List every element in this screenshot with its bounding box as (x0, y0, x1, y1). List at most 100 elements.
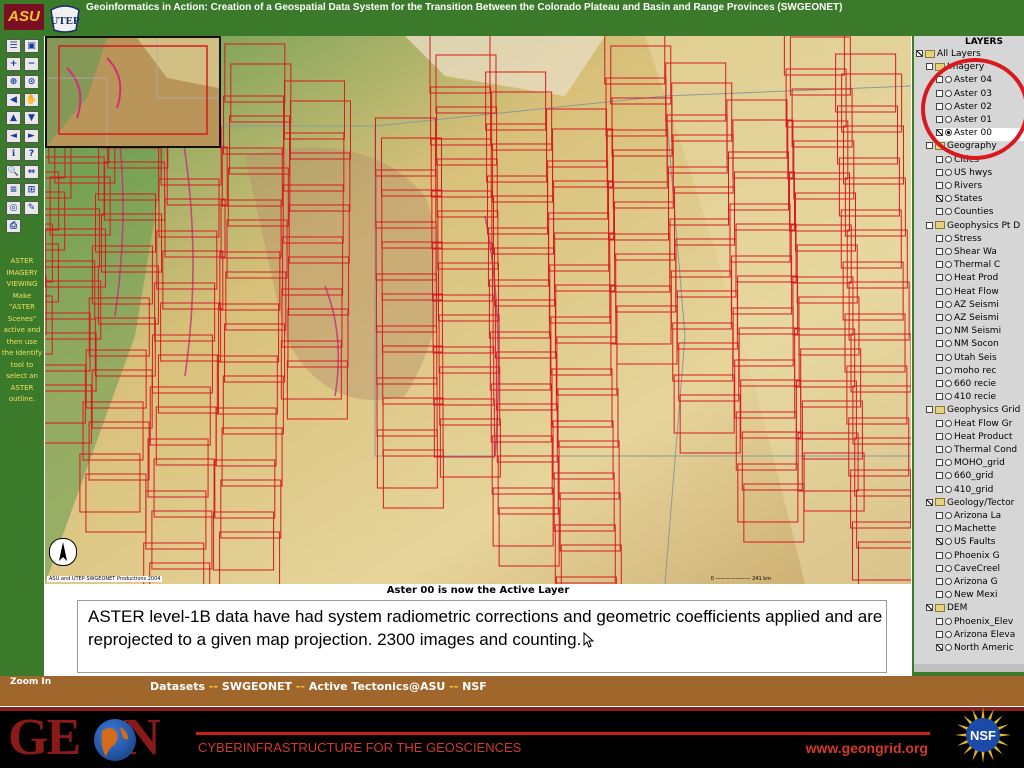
layer-row[interactable]: Thermal Cond (936, 445, 1024, 458)
layer-visibility-checkbox[interactable] (936, 591, 943, 599)
layer-visibility-checkbox[interactable] (936, 578, 943, 585)
overview-map[interactable] (45, 36, 221, 148)
print-icon[interactable]: ⎙ (6, 219, 21, 233)
layer-row[interactable]: Rivers (936, 181, 1024, 194)
layer-row[interactable]: Shear Wa (936, 247, 1024, 260)
layer-visibility-checkbox[interactable] (936, 446, 943, 453)
layer-visibility-checkbox[interactable] (936, 314, 943, 321)
layer-row[interactable]: States (936, 194, 1024, 207)
zoom-full-icon[interactable]: ⊕ (6, 75, 21, 89)
layer-visibility-checkbox[interactable] (936, 208, 943, 216)
layer-visibility-checkbox[interactable] (936, 327, 943, 335)
layer-visibility-checkbox[interactable] (926, 498, 933, 506)
utep-logo[interactable]: UTEP (48, 2, 82, 34)
layer-row[interactable]: NM Seismi (936, 326, 1024, 339)
layer-visibility-checkbox[interactable] (936, 168, 943, 176)
layer-row[interactable]: moho rec (936, 366, 1024, 379)
layer-visibility-checkbox[interactable] (936, 432, 943, 440)
active-layer-radio[interactable] (945, 234, 952, 242)
layer-row[interactable]: Stress (936, 234, 1024, 247)
layer-visibility-checkbox[interactable] (936, 472, 943, 480)
active-layer-radio[interactable] (945, 182, 952, 189)
measure-icon[interactable]: ⇔ (24, 165, 39, 179)
active-layer-radio[interactable] (945, 261, 952, 269)
active-layer-radio[interactable] (945, 459, 952, 467)
layer-row[interactable]: Arizona G (936, 577, 1024, 590)
layer-visibility-checkbox[interactable] (936, 182, 943, 189)
active-layer-radio[interactable] (945, 340, 952, 348)
active-layer-radio[interactable] (945, 300, 952, 308)
layer-row[interactable]: Geophysics Pt D (926, 221, 1024, 234)
layer-visibility-checkbox[interactable] (936, 644, 943, 651)
active-layer-radio[interactable] (945, 287, 952, 295)
active-layer-radio[interactable] (945, 644, 952, 651)
layer-row[interactable]: 660_grid (936, 471, 1024, 484)
asu-logo[interactable]: ASU (4, 4, 44, 30)
zoom-out-icon[interactable]: − (24, 57, 39, 71)
layer-visibility-checkbox[interactable] (926, 142, 933, 150)
layer-row[interactable]: Heat Flow Gr (936, 419, 1024, 432)
layer-visibility-checkbox[interactable] (936, 353, 943, 361)
layer-row[interactable]: DEM (926, 603, 1024, 616)
layer-row[interactable]: NM Socon (936, 339, 1024, 352)
layer-row[interactable]: US hwys (936, 168, 1024, 181)
layer-visibility-checkbox[interactable] (936, 512, 943, 519)
active-layer-radio[interactable] (945, 274, 952, 282)
layer-visibility-checkbox[interactable] (936, 564, 943, 572)
layer-row[interactable]: North Americ (936, 643, 1024, 656)
footer-url[interactable]: www.geongrid.org (806, 740, 928, 756)
layer-row[interactable]: Heat Product (936, 432, 1024, 445)
active-layer-radio[interactable] (945, 248, 952, 255)
active-layer-radio[interactable] (945, 327, 952, 335)
layer-visibility-checkbox[interactable] (926, 406, 933, 414)
layer-visibility-checkbox[interactable] (936, 525, 943, 533)
layer-visibility-checkbox[interactable] (936, 538, 943, 546)
active-layer-radio[interactable] (945, 314, 952, 321)
layer-row[interactable]: Geophysics Grid (926, 405, 1024, 418)
layer-visibility-checkbox[interactable] (936, 419, 943, 427)
active-layer-radio[interactable] (945, 446, 952, 453)
layer-visibility-checkbox[interactable] (936, 459, 943, 467)
layer-visibility-checkbox[interactable] (916, 50, 923, 57)
layer-row[interactable]: Phoenix G (936, 551, 1024, 564)
layer-visibility-checkbox[interactable] (926, 63, 933, 71)
overview-icon[interactable]: ▣ (24, 39, 39, 53)
nsf-link[interactable]: NSF (462, 680, 487, 693)
layer-row[interactable]: Counties (936, 207, 1024, 220)
layer-visibility-checkbox[interactable] (936, 234, 943, 242)
pan-east-icon[interactable]: ► (24, 129, 39, 143)
layer-visibility-checkbox[interactable] (936, 300, 943, 308)
layer-row[interactable]: 660 recie (936, 379, 1024, 392)
layer-visibility-checkbox[interactable] (926, 604, 933, 612)
active-layer-radio[interactable] (945, 512, 952, 519)
layer-visibility-checkbox[interactable] (936, 630, 943, 638)
pan-north-icon[interactable]: ▲ (6, 111, 21, 125)
layer-visibility-checkbox[interactable] (936, 485, 943, 493)
layer-visibility-checkbox[interactable] (936, 287, 943, 295)
layer-row[interactable]: Machette (936, 524, 1024, 537)
layer-row[interactable]: Thermal C (936, 260, 1024, 273)
pan-west-icon[interactable]: ◄ (6, 129, 21, 143)
layer-row[interactable]: CaveCreel (936, 564, 1024, 577)
layer-row[interactable]: Phoenix_Elev (936, 617, 1024, 630)
active-layer-radio[interactable] (945, 393, 952, 401)
active-layer-radio[interactable] (945, 525, 952, 533)
pan-icon[interactable]: ✋ (24, 93, 39, 107)
active-layer-radio[interactable] (945, 538, 952, 546)
swgeonet-link[interactable]: SWGEONET (222, 680, 292, 693)
layer-visibility-checkbox[interactable] (936, 261, 943, 269)
find-icon[interactable]: 🔍 (6, 165, 21, 179)
active-layer-radio[interactable] (945, 472, 952, 480)
layer-visibility-checkbox[interactable] (936, 366, 943, 374)
buffer-icon[interactable]: ◎ (6, 201, 21, 215)
active-layer-radio[interactable] (945, 155, 952, 163)
layer-row[interactable]: 410_grid (936, 485, 1024, 498)
layer-row[interactable]: Geology/Tector (926, 498, 1024, 511)
layer-visibility-checkbox[interactable] (936, 617, 943, 625)
active-layer-radio[interactable] (945, 432, 952, 440)
layer-visibility-checkbox[interactable] (936, 195, 943, 203)
clear-icon[interactable]: ✎ (24, 201, 39, 215)
identify-icon[interactable]: ℹ (6, 147, 21, 161)
active-layer-radio[interactable] (945, 168, 952, 176)
legend-icon[interactable]: ≡ (6, 183, 21, 197)
